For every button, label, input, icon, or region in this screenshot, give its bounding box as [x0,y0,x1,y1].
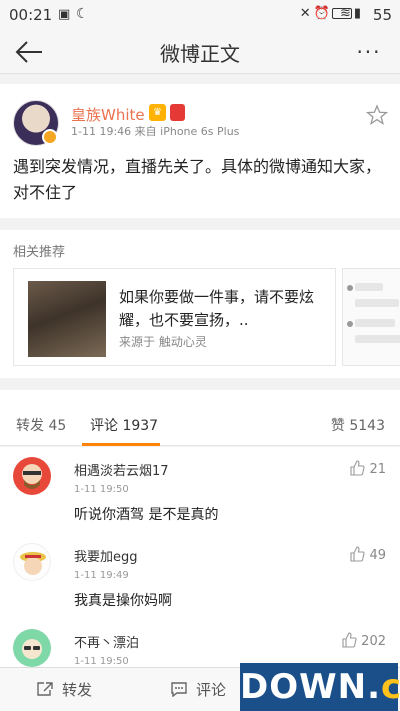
weibo-detail-screen: 00:21 ▣ ☾ ✕⏰ ≋▮ 55 微博正文 ··· 皇族White ♛ 1-… [0,0,400,711]
comment-icon [171,682,187,697]
chat-dot [347,321,353,327]
watermark-suffix: cc [381,667,400,707]
commenter-avatar[interactable] [13,457,51,495]
nav-bar: 微博正文 ··· [0,30,400,74]
tab-comment[interactable]: 评论 1937 [90,415,158,435]
status-time: 00:21 [9,6,53,24]
related-thumbnail [28,281,106,357]
comment-like-count: 202 [361,634,386,649]
vip-crown-icon: ♛ [149,104,166,121]
chat-line [355,299,399,307]
commenter-name[interactable]: 相遇淡若云烟17 [74,460,169,479]
commenter-avatar[interactable] [13,543,51,581]
comment-row[interactable]: 不再丶漂泊 1-11 19:50 202 [0,619,400,667]
chat-dot [347,285,353,291]
share-icon [37,682,53,696]
comment-time: 1-11 19:50 [74,484,129,495]
thumbs-up-icon [350,460,366,476]
tab-like[interactable]: 赞 5143 [331,415,385,435]
comment-button[interactable]: 评论 [170,679,226,700]
comment-row[interactable]: 我要加egg 1-11 19:49 我真是操你妈啊 49 [0,533,400,619]
comment-text: 我真是操你妈啊 [74,593,172,609]
post-meta: 1-11 19:46 来自 iPhone 6s Plus [71,125,240,138]
related-card-partial[interactable] [342,268,400,366]
watermark-logo: DOWN.cc [240,663,400,711]
author-name[interactable]: 皇族White [71,104,145,125]
related-card[interactable]: 如果你要做一件事，请不要炫耀，也不要宣扬，.. 来源于 触动心灵 [13,268,336,366]
related-title: 相关推荐 [13,245,66,260]
comment-tabs: 转发 45 评论 1937 赞 5143 [0,390,400,446]
favorite-star-icon[interactable] [365,104,389,126]
red-packet-icon [170,104,185,121]
thumbs-up-icon [342,632,357,648]
comment-text: 听说你酒驾 是不是真的 [74,507,219,523]
battery-level: 55 [372,6,392,24]
comment-list: 相遇淡若云烟17 1-11 19:50 听说你酒驾 是不是真的 21 我要加eg… [0,447,400,667]
comment-like-button[interactable]: 21 [349,460,386,477]
comment-time: 1-11 19:49 [74,570,129,581]
comment-like-button[interactable]: 202 [341,632,386,649]
comment-like-button[interactable]: 49 [349,546,386,563]
post-card: 皇族White ♛ 1-11 19:46 来自 iPhone 6s Plus 遇… [0,84,400,218]
related-section: 相关推荐 如果你要做一件事，请不要炫耀，也不要宣扬，.. 来源于 触动心灵 [0,230,400,378]
commenter-avatar[interactable] [13,629,51,667]
status-bar: 00:21 ▣ ☾ ✕⏰ ≋▮ 55 [0,0,400,30]
chat-line [355,335,400,343]
commenter-name[interactable]: 我要加egg [74,546,138,565]
moon-icon: ☾ [76,6,89,22]
comment-like-count: 49 [369,548,386,563]
comment-like-count: 21 [369,462,386,477]
tab-repost[interactable]: 转发 45 [16,415,66,435]
related-card-text: 如果你要做一件事，请不要炫耀，也不要宣扬，.. [119,288,315,329]
page-title: 微博正文 [160,42,240,66]
related-card-source: 来源于 触动心灵 [119,335,207,349]
comment-label: 评论 [196,681,227,699]
active-tab-indicator [82,443,160,446]
image-icon: ▣ [58,7,71,22]
thumbs-up-icon [350,546,366,562]
repost-button[interactable]: 转发 [36,679,92,700]
chat-line [355,319,395,327]
verified-badge-icon [42,129,58,145]
watermark-dot: . [367,667,382,707]
comment-row[interactable]: 相遇淡若云烟17 1-11 19:50 听说你酒驾 是不是真的 21 [0,447,400,533]
commenter-name[interactable]: 不再丶漂泊 [74,632,139,651]
post-text: 遇到突发情况，直播先关了。具体的微博通知大家，对不住了 [13,157,382,202]
comment-time: 1-11 19:50 [74,656,129,667]
watermark-main: DOWN [240,667,368,707]
repost-label: 转发 [62,681,93,699]
chat-line [355,283,383,291]
more-button[interactable]: ··· [352,40,386,64]
battery-icon [332,8,352,19]
